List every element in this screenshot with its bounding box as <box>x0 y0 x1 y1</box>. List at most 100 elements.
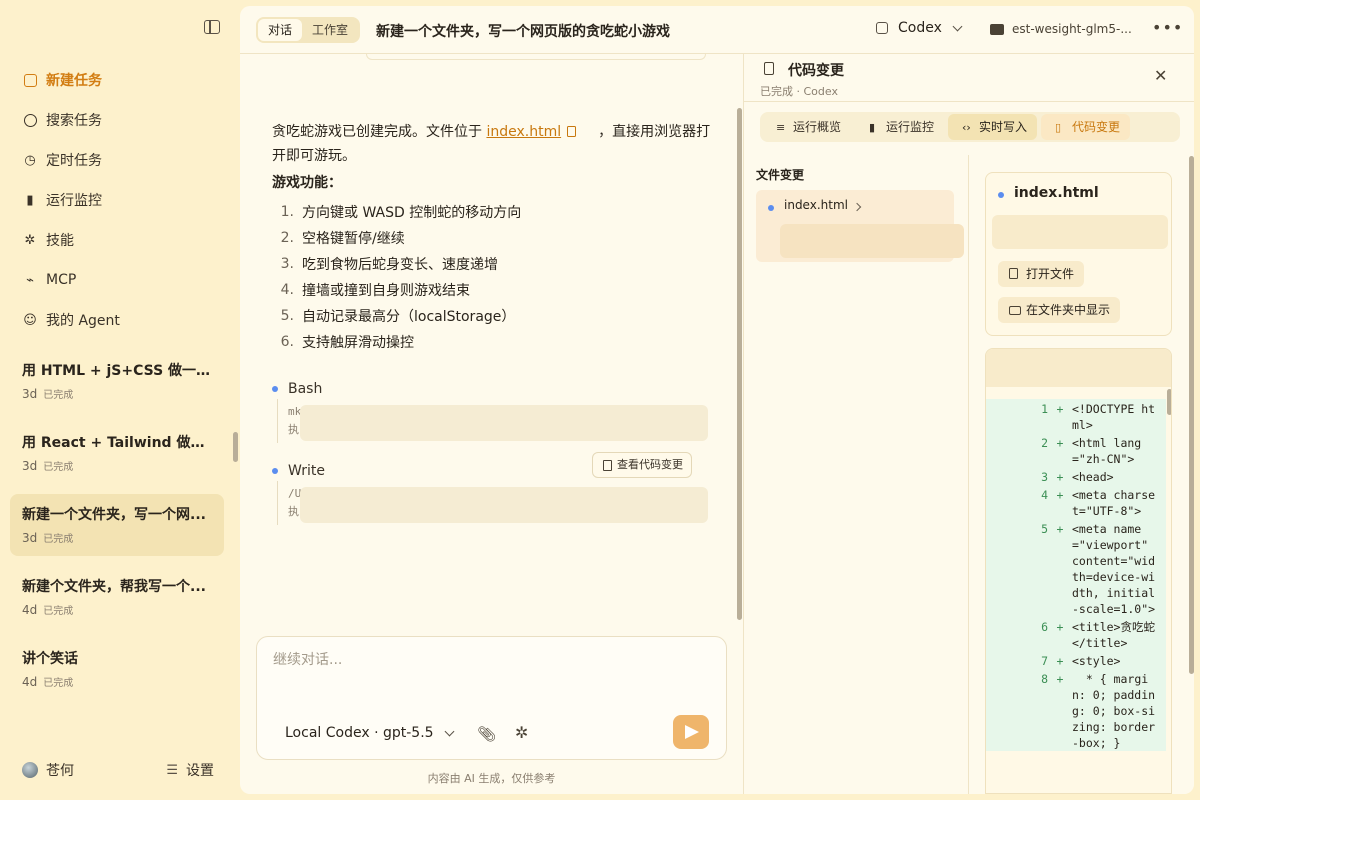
chevron-right-icon <box>852 202 862 212</box>
tool-call-bash[interactable]: Bash mk 执 <box>272 379 712 443</box>
tab-run-overview[interactable]: ≡ 运行概览 <box>762 114 851 140</box>
file-detail-card: index.html 打开文件 在文件夹中显示 <box>985 172 1172 336</box>
tool-output: mk 执 <box>288 403 712 441</box>
settings-button[interactable]: ☰ 设置 <box>166 760 214 780</box>
features-heading: 游戏功能： <box>272 175 342 191</box>
tab-chat[interactable]: 对话 <box>258 19 303 41</box>
bar-chart-icon: ▮ <box>26 192 34 208</box>
nav-new-task[interactable]: 新建任务 <box>12 60 224 100</box>
tab-live-write[interactable]: ‹› 实时写入 <box>948 114 1038 140</box>
file-name: index.html <box>1014 185 1099 201</box>
clock-icon: ◷ <box>24 152 36 168</box>
list-item: 2. 空格键暂停/继续 <box>280 230 405 247</box>
status-dot-icon <box>272 386 278 392</box>
task-meta: 4d 已完成 <box>22 674 212 689</box>
list-item: 4. 撞墙或撞到自身则游戏结束 <box>280 282 470 299</box>
task-list[interactable]: 用 HTML + jS+CSS 做一个 ... 3d 已完成 用 React + … <box>10 338 224 750</box>
code-changes-panel: 代码变更 已完成 · Codex ✕ ≡ 运行概览 ▮ 运行监控 ‹› 实时写入 ▯ 代… <box>743 54 1194 794</box>
nav-run-monitor[interactable]: ▮ 运行监控 <box>12 180 224 220</box>
task-title: 用 React + Tailwind 做一个 ... <box>22 435 212 451</box>
task-status: 已完成 <box>43 678 74 689</box>
panel-scrollbar[interactable] <box>1189 156 1194 674</box>
tool-output: /U 执 <box>288 485 712 523</box>
nav-scheduled-task[interactable]: ◷ 定时任务 <box>12 140 224 180</box>
nav-label: 运行监控 <box>46 193 102 209</box>
mcp-icon: ⌁ <box>26 272 34 288</box>
plugin-icon[interactable]: ✲ <box>515 723 528 742</box>
nav-my-agent[interactable]: ☺ 我的 Agent <box>12 300 224 340</box>
task-title: 用 HTML + jS+CSS 做一个 ... <box>22 363 212 379</box>
task-meta: 3d 已完成 <box>22 458 212 473</box>
tab-code-changes[interactable]: ▯ 代码变更 <box>1041 114 1131 140</box>
task-item[interactable]: 用 HTML + jS+CSS 做一个 ... 3d 已完成 <box>10 350 224 412</box>
task-item[interactable]: 新建个文件夹，帮我写一个... 4d 已完成 <box>10 566 224 628</box>
document-icon <box>1009 268 1018 279</box>
task-age: 4d <box>22 675 38 689</box>
sidebar-toggle-icon[interactable] <box>204 20 220 34</box>
send-button[interactable] <box>673 715 709 749</box>
sidebar-scrollbar[interactable] <box>233 432 238 462</box>
more-icon[interactable]: ••• <box>1152 18 1183 37</box>
chat-column: 贪吃蛇游戏已创建完成。文件位于 index.html ，直接用浏览器打开即可游玩。… <box>240 54 743 794</box>
model-selector[interactable]: Local Codex · gpt-5.5 <box>285 725 454 741</box>
diff-row: 6 + <title>贪吃蛇</title> <box>1041 620 1155 650</box>
tab-studio[interactable]: 工作室 <box>302 19 358 41</box>
message-input[interactable] <box>273 649 703 671</box>
file-change-item[interactable]: index.html <box>756 190 964 262</box>
sidebar-footer: 苍何 ☰ 设置 <box>12 752 224 788</box>
sidebar-nav: 新建任务 搜索任务 ◷ 定时任务 ▮ 运行监控 ✲ 技能 ⌁ MCP ☺ 我的 Agent <box>12 60 224 340</box>
mode-switch: 对话 工作室 <box>256 17 361 43</box>
diff-viewer[interactable]: 1 + <!DOCTYPE html> 2 + <html lang="zh-CN"> … <box>985 348 1172 794</box>
panel-tabs: ≡ 运行概览 ▮ 运行监控 ‹› 实时写入 ▯ 代码变更 <box>760 112 1180 142</box>
diff-row: 1 + <!DOCTYPE html> <box>1041 402 1156 432</box>
tool-header: Bash <box>272 379 712 399</box>
paperclip-icon[interactable]: 📎︎ <box>477 725 496 743</box>
list-item: 3. 吃到食物后蛇身变长、速度递增 <box>280 256 498 273</box>
diff-row: 7 + <style> <box>1041 654 1121 668</box>
file-changes-heading: 文件变更 <box>756 168 805 182</box>
nav-search-task[interactable]: 搜索任务 <box>12 100 224 140</box>
diff-scrollbar[interactable] <box>1167 389 1171 415</box>
task-item-active[interactable]: 新建一个文件夹，写一个网... 3d 已完成 <box>10 494 224 556</box>
list-item: 5. 自动记录最高分（localStorage） <box>280 308 516 325</box>
assistant-message: 贪吃蛇游戏已创建完成。文件位于 index.html ，直接用浏览器打开即可游玩。 <box>272 120 712 168</box>
nav-label: 技能 <box>46 233 74 249</box>
task-age: 3d <box>22 459 38 473</box>
list-item-text: 空格键暂停/继续 <box>302 231 405 247</box>
file-link[interactable]: index.html <box>486 124 561 140</box>
previous-message-edge <box>366 54 706 60</box>
task-item[interactable]: 讲个笑话 4d 已完成 <box>10 638 224 700</box>
workspace-folder-selector[interactable]: est-wesight-glm5-... <box>990 22 1132 36</box>
main-panel: 对话 工作室 新建一个文件夹，写一个网页版的贪吃蛇小游戏 Codex est-w… <box>240 6 1194 794</box>
chat-scrollbar[interactable] <box>737 108 742 620</box>
sidebar: 新建任务 搜索任务 ◷ 定时任务 ▮ 运行监控 ✲ 技能 ⌁ MCP ☺ 我的 Agent… <box>0 0 238 800</box>
agent-name: Codex <box>898 20 942 36</box>
composer: Local Codex · gpt-5.5 📎︎ ✲ <box>256 636 727 760</box>
close-icon[interactable]: ✕ <box>1154 66 1167 85</box>
task-age: 4d <box>22 603 38 617</box>
task-status: 已完成 <box>43 534 74 545</box>
diff-row: 2 + <html lang="zh-CN"> <box>1041 436 1142 466</box>
diff-row: 5 + <meta name="viewport" content="width=d… <box>1041 522 1156 616</box>
agent-selector[interactable]: Codex <box>876 20 963 36</box>
task-item[interactable]: 用 React + Tailwind 做一个 ... 3d 已完成 <box>10 422 224 484</box>
view-code-changes-button[interactable]: 查看代码变更 <box>592 452 692 478</box>
file-icon <box>567 126 577 137</box>
nav-skills[interactable]: ✲ 技能 <box>12 220 224 260</box>
list-item-text: 方向键或 WASD 控制蛇的移动方向 <box>302 205 522 221</box>
panel-header: 代码变更 已完成 · Codex ✕ <box>744 54 1194 102</box>
file-name: index.html <box>784 198 848 212</box>
user-name: 苍何 <box>46 763 74 779</box>
task-age: 3d <box>22 531 38 545</box>
bar-chart-icon: ▮ <box>869 121 876 134</box>
chip-icon <box>876 22 888 34</box>
status-dot-icon <box>768 205 774 211</box>
open-file-button[interactable]: 打开文件 <box>998 261 1085 287</box>
task-title: 讲个笑话 <box>22 651 78 667</box>
tab-run-monitor[interactable]: ▮ 运行监控 <box>855 114 944 140</box>
settings-label: 设置 <box>186 763 214 779</box>
task-meta: 4d 已完成 <box>22 602 212 617</box>
nav-mcp[interactable]: ⌁ MCP <box>12 260 224 300</box>
show-in-folder-button[interactable]: 在文件夹中显示 <box>998 297 1121 323</box>
user-profile[interactable]: 苍何 <box>22 760 74 780</box>
